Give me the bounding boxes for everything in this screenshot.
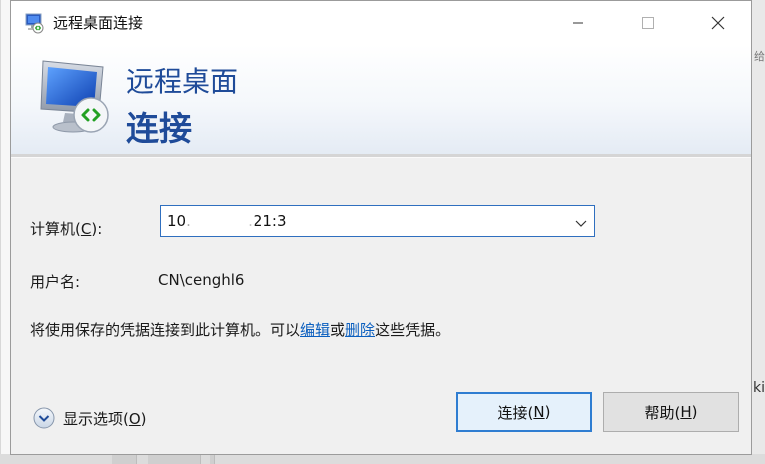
minimize-icon: [573, 22, 583, 24]
help-suffix: ): [691, 403, 698, 421]
options-suffix: ): [140, 409, 147, 428]
background-block: [210, 454, 215, 464]
chevron-down-icon[interactable]: [574, 215, 588, 229]
remote-desktop-dialog: 远程桌面连接 远程桌面 连接 计算机(C): 10. .21:3 用户名: CN…: [10, 0, 752, 455]
help-key: H: [680, 403, 692, 421]
redaction-blur: [185, 210, 255, 234]
connect-prefix: 连接(: [497, 403, 534, 422]
header-title-line2: 连接: [126, 109, 192, 148]
header-divider: [11, 154, 751, 158]
close-button[interactable]: [695, 1, 741, 45]
redaction-blur: [311, 210, 345, 234]
options-key: O: [128, 409, 141, 428]
computer-label-key: C: [80, 220, 92, 238]
edit-credentials-link[interactable]: 编辑: [300, 321, 330, 339]
username-label: 用户名:: [30, 273, 81, 291]
help-prefix: 帮助(: [644, 403, 681, 422]
background-text-fragment: 给: [754, 50, 765, 63]
close-icon: [711, 16, 725, 30]
connect-suffix: ): [544, 403, 551, 421]
window-title: 远程桌面连接: [53, 14, 144, 32]
options-prefix: 显示选项(: [63, 409, 129, 428]
info-text-middle: 或: [330, 321, 346, 339]
background-block: [112, 454, 137, 464]
remote-desktop-monitor-icon: [37, 55, 129, 147]
show-options-label: 显示选项(O): [63, 408, 147, 429]
computer-combobox[interactable]: 10. .21:3: [160, 205, 595, 237]
maximize-button[interactable]: [625, 1, 671, 45]
saved-credentials-message: 将使用保存的凭据连接到此计算机。可以编辑或删除这些凭据。: [30, 319, 450, 340]
info-text-suffix: 这些凭据。: [375, 321, 451, 339]
app-icon: [23, 12, 45, 34]
header-title-line1: 远程桌面: [126, 65, 239, 98]
background-block: [148, 454, 201, 464]
minimize-button[interactable]: [555, 1, 601, 45]
help-button[interactable]: 帮助(H): [603, 392, 739, 432]
connect-button[interactable]: 连接(N): [456, 392, 592, 432]
background-text-fragment: ki: [753, 380, 765, 396]
delete-credentials-link[interactable]: 删除: [345, 321, 375, 339]
title-bar[interactable]: 远程桌面连接: [11, 1, 751, 45]
show-options-toggle[interactable]: 显示选项(O): [33, 407, 147, 429]
username-value: CN\cenghl6: [158, 271, 245, 289]
expand-circle-chevron-icon[interactable]: [33, 407, 55, 429]
computer-label: 计算机(C):: [30, 218, 102, 239]
maximize-icon: [642, 17, 654, 29]
info-text-prefix: 将使用保存的凭据连接到此计算机。可以: [30, 321, 301, 339]
connect-key: N: [533, 403, 545, 421]
dialog-header-banner: 远程桌面 连接: [11, 45, 751, 155]
background-taskbar-strip: [0, 454, 765, 464]
computer-label-suffix: ):: [91, 220, 103, 238]
computer-label-prefix: 计算机(: [30, 220, 81, 238]
